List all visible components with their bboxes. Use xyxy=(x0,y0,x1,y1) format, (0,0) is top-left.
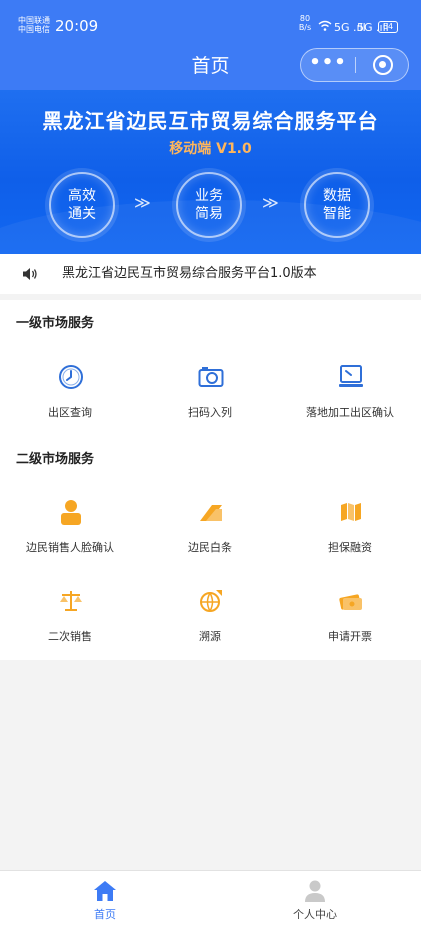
carrier-names: 中国联通 中国电信 xyxy=(18,16,50,34)
banner-subtitle: 移动端 V1.0 xyxy=(169,141,252,157)
service-item-processing-exit-confirm[interactable]: 落地加工出区确认 xyxy=(280,364,420,434)
tab-home[interactable]: 首页 xyxy=(35,871,175,930)
service-item-apply-invoice[interactable]: 申请开票 xyxy=(280,588,420,658)
service-label: 担保融资 xyxy=(328,541,372,554)
network-speed: 80 B/s xyxy=(297,14,313,32)
chevron-double-icon: ≫ xyxy=(262,193,279,212)
service-item-traceability[interactable]: 溯源 xyxy=(140,588,280,658)
feature-1-line2: 通关 xyxy=(68,206,96,222)
chevron-double-icon: ≫ xyxy=(134,193,151,212)
feature-2-line2: 简易 xyxy=(195,206,223,222)
service-item-scan-enter[interactable]: 扫码入列 xyxy=(140,364,280,434)
tab-home-label: 首页 xyxy=(94,908,116,921)
service-label: 出区查询 xyxy=(48,406,92,419)
service-label: 边民销售人脸确认 xyxy=(26,541,114,554)
battery-level: 64 xyxy=(382,22,394,31)
feature-text-3: 数据 智能 xyxy=(306,187,368,223)
battery-icon: 64 xyxy=(378,21,398,33)
feature-circle-1: 高效 通关 xyxy=(49,172,115,238)
close-target-icon[interactable] xyxy=(373,55,393,75)
network-speed-unit: B/s xyxy=(298,23,312,32)
camera-icon xyxy=(198,367,224,387)
service-label: 二次销售 xyxy=(48,630,92,643)
feature-text-2: 业务 简易 xyxy=(178,187,240,223)
speaker-icon xyxy=(23,268,37,280)
card-icon xyxy=(200,505,222,521)
ticket-icon xyxy=(339,594,362,610)
tab-personal-center-label: 个人中心 xyxy=(293,908,337,921)
section-title-secondary-market: 二级市场服务 xyxy=(16,452,95,467)
service-item-face-confirm[interactable]: 边民销售人脸确认 xyxy=(0,499,140,569)
home-icon xyxy=(94,881,116,901)
more-button[interactable]: ••• xyxy=(301,49,355,81)
carrier-1: 中国联通 xyxy=(18,16,50,25)
status-bar: 中国联通 中国电信 20:09 80 B/s 5G .ıll 5G .ıll 6… xyxy=(0,0,421,44)
network-speed-value: 80 xyxy=(299,14,311,23)
feature-3-line1: 数据 xyxy=(323,188,351,204)
notice-text: 黑龙江省边民互市贸易综合服务平台1.0版本 xyxy=(62,266,317,281)
section-title-primary-market: 一级市场服务 xyxy=(16,316,95,331)
clock-icon xyxy=(59,365,83,389)
banner-title: 黑龙江省边民互市贸易综合服务平台 xyxy=(42,109,379,133)
service-label: 落地加工出区确认 xyxy=(306,406,394,419)
person-icon xyxy=(61,500,81,525)
feature-circle-3: 数据 智能 xyxy=(304,172,370,238)
capsule-divider xyxy=(355,57,356,73)
services-panel: 一级市场服务 出区查询 扫码入列 落地加工出区确认 二级市场服务 边民销售人脸确… xyxy=(0,300,421,660)
service-item-resale[interactable]: 二次销售 xyxy=(0,588,140,658)
feature-circle-2: 业务 简易 xyxy=(176,172,242,238)
tab-bar: 首页 个人中心 xyxy=(0,870,421,930)
map-icon xyxy=(341,503,361,521)
feature-1-line1: 高效 xyxy=(68,188,96,204)
service-label: 申请开票 xyxy=(328,630,372,643)
notice-bar[interactable]: 黑龙江省边民互市贸易综合服务平台1.0版本 xyxy=(0,254,421,294)
status-time: 20:09 xyxy=(55,17,99,35)
carrier-2: 中国电信 xyxy=(18,25,50,34)
scale-icon xyxy=(60,591,82,611)
service-label: 边民白条 xyxy=(188,541,232,554)
service-label: 溯源 xyxy=(199,630,221,643)
globe-icon xyxy=(200,590,222,612)
service-item-guarantee-financing[interactable]: 担保融资 xyxy=(280,499,420,569)
wifi-icon xyxy=(318,20,332,31)
user-icon xyxy=(305,880,325,902)
header: 中国联通 中国电信 20:09 80 B/s 5G .ıll 5G .ıll 6… xyxy=(0,0,421,90)
feature-2-line1: 业务 xyxy=(195,188,223,204)
tab-personal-center[interactable]: 个人中心 xyxy=(245,871,385,930)
feature-3-line2: 智能 xyxy=(323,206,351,222)
feature-text-1: 高效 通关 xyxy=(51,187,113,223)
service-label: 扫码入列 xyxy=(188,406,232,419)
miniprogram-capsule: ••• xyxy=(300,48,409,82)
service-item-border-iou[interactable]: 边民白条 xyxy=(140,499,280,569)
banner: 黑龙江省边民互市贸易综合服务平台 移动端 V1.0 高效 通关 ≫ 业务 简易 … xyxy=(0,90,421,254)
monitor-icon xyxy=(339,365,363,387)
service-item-exit-query[interactable]: 出区查询 xyxy=(0,364,140,434)
